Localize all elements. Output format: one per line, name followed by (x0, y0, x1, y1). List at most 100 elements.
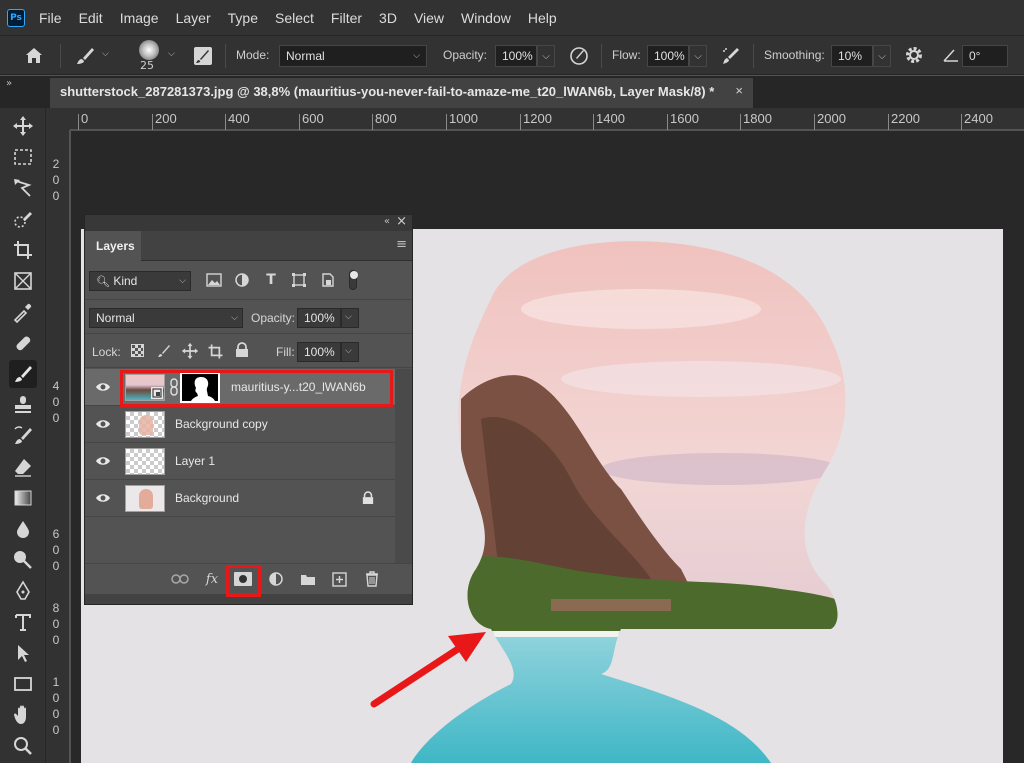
flow-dropdown-button[interactable]: ⌵ (689, 45, 707, 67)
blur-tool-icon[interactable] (9, 515, 37, 543)
type-layer-filter-icon[interactable]: T (263, 272, 279, 288)
trash-icon[interactable] (362, 569, 382, 589)
close-icon[interactable]: × (735, 83, 743, 98)
lock-transparent-pixels-icon[interactable] (131, 344, 144, 357)
quick-selection-tool-icon[interactable] (9, 205, 37, 233)
vertical-ruler[interactable]: 2 0 0 4 0 0 6 0 0 8 0 0 1 0 0 0 (46, 130, 70, 763)
rectangle-tool-icon[interactable] (9, 670, 37, 698)
pen-tool-icon[interactable] (9, 577, 37, 605)
menu-edit[interactable]: Edit (79, 10, 103, 26)
layer-styles-fx-icon[interactable]: fx (202, 569, 222, 589)
hand-tool-icon[interactable] (9, 701, 37, 729)
menu-filter[interactable]: Filter (331, 10, 362, 26)
link-layers-icon[interactable] (170, 569, 190, 589)
healing-brush-tool-icon[interactable] (9, 329, 37, 357)
menu-file[interactable]: File (39, 10, 62, 26)
flow-input[interactable]: 100% (647, 45, 689, 67)
photoshop-logo[interactable]: Ps (7, 8, 25, 27)
gradient-tool-icon[interactable] (9, 484, 37, 512)
document-tab[interactable]: shutterstock_287281373.jpg @ 38,8% (maur… (50, 78, 753, 108)
pixel-layer-filter-icon[interactable] (206, 272, 222, 288)
kind-filter-dropdown[interactable]: 🔍︎ Kind ⌵ (89, 271, 191, 291)
panel-menu-icon[interactable]: ≡ (396, 237, 407, 252)
opacity-label: Opacity: (443, 48, 488, 62)
history-brush-tool-icon[interactable] (9, 422, 37, 450)
layer-row-layer-1[interactable]: Layer 1 (85, 443, 395, 480)
layer-thumbnail[interactable] (125, 448, 165, 475)
layer-row-background-copy[interactable]: Background copy (85, 406, 395, 443)
tab-layers[interactable]: Layers (85, 231, 141, 261)
chevron-down-icon[interactable]: ⌵ (168, 49, 175, 59)
layer-opacity-input[interactable]: 100% (297, 308, 341, 328)
eyedropper-tool-icon[interactable] (9, 298, 37, 326)
home-icon[interactable] (24, 46, 44, 66)
crop-tool-icon[interactable] (9, 236, 37, 264)
menu-layer[interactable]: Layer (176, 10, 211, 26)
brush-tip-preview[interactable] (139, 40, 159, 60)
layer-thumbnail[interactable] (125, 411, 165, 438)
marquee-tool-icon[interactable] (9, 143, 37, 171)
close-icon[interactable]: × (396, 214, 407, 229)
eye-icon[interactable] (95, 380, 111, 394)
angle-input[interactable]: 0° (962, 45, 1008, 67)
ruler-tick (152, 114, 153, 130)
menu-3d[interactable]: 3D (379, 10, 397, 26)
brush-preset-icon[interactable] (74, 45, 96, 67)
frame-tool-icon[interactable] (9, 267, 37, 295)
menu-help[interactable]: Help (528, 10, 557, 26)
opacity-input[interactable]: 100% (495, 45, 537, 67)
pressure-opacity-icon[interactable] (568, 45, 590, 67)
menu-image[interactable]: Image (120, 10, 159, 26)
brush-tool-icon[interactable] (9, 360, 37, 388)
new-layer-icon[interactable] (329, 569, 349, 589)
layer-thumbnail[interactable] (125, 485, 165, 512)
shape-layer-filter-icon[interactable] (291, 272, 307, 288)
expand-panels-icon[interactable]: » (6, 78, 12, 89)
layer-row-background[interactable]: Background (85, 480, 395, 517)
gear-icon[interactable] (904, 45, 924, 65)
fill-input[interactable]: 100% (297, 342, 341, 362)
menu-type[interactable]: Type (228, 10, 258, 26)
layer-list-scrollbar[interactable] (395, 369, 412, 563)
lock-icon[interactable] (362, 491, 374, 505)
airbrush-icon[interactable] (720, 45, 742, 67)
blend-mode-dropdown[interactable]: Normal ⌵ (89, 308, 243, 328)
move-tool-icon[interactable] (9, 112, 37, 140)
chevron-down-icon[interactable]: ⌵ (102, 49, 109, 59)
menu-view[interactable]: View (414, 10, 444, 26)
filter-toggle-switch[interactable] (349, 270, 358, 290)
adjustment-layer-filter-icon[interactable] (234, 272, 250, 288)
type-tool-icon[interactable] (9, 608, 37, 636)
panel-title-bar[interactable]: « × (85, 214, 412, 231)
menu-select[interactable]: Select (275, 10, 314, 26)
lasso-tool-icon[interactable] (9, 174, 37, 202)
lock-artboard-icon[interactable] (207, 343, 224, 360)
lock-position-icon[interactable] (181, 342, 199, 360)
smoothing-dropdown-button[interactable]: ⌵ (873, 45, 891, 67)
smart-object-filter-icon[interactable] (320, 272, 336, 288)
opacity-dropdown-button[interactable]: ⌵ (537, 45, 555, 67)
menu-window[interactable]: Window (461, 10, 511, 26)
layer-opacity-dropdown-button[interactable]: ⌵ (341, 308, 359, 328)
dodge-tool-icon[interactable] (9, 546, 37, 574)
lock-all-icon[interactable] (235, 342, 249, 358)
search-icon: 🔍︎ (96, 276, 110, 288)
collapse-panel-icon[interactable]: « (384, 216, 390, 227)
mode-dropdown[interactable]: Normal ⌵ (279, 45, 427, 67)
smoothing-input[interactable]: 10% (831, 45, 873, 67)
ruler-corner[interactable] (46, 108, 70, 130)
fill-dropdown-button[interactable]: ⌵ (341, 342, 359, 362)
eraser-tool-icon[interactable] (9, 453, 37, 481)
lock-image-pixels-icon[interactable] (156, 343, 172, 359)
new-group-folder-icon[interactable] (298, 569, 318, 589)
path-selection-tool-icon[interactable] (9, 639, 37, 667)
brush-settings-icon[interactable] (192, 45, 214, 67)
clone-stamp-tool-icon[interactable] (9, 391, 37, 419)
eye-icon[interactable] (95, 454, 111, 468)
divider (601, 44, 602, 68)
new-fill-adjustment-layer-icon[interactable] (266, 569, 286, 589)
horizontal-ruler[interactable]: 0 200 400 600 800 1000 1200 1400 1600 18… (70, 108, 1024, 130)
zoom-tool-icon[interactable] (9, 732, 37, 760)
eye-icon[interactable] (95, 417, 111, 431)
eye-icon[interactable] (95, 491, 111, 505)
